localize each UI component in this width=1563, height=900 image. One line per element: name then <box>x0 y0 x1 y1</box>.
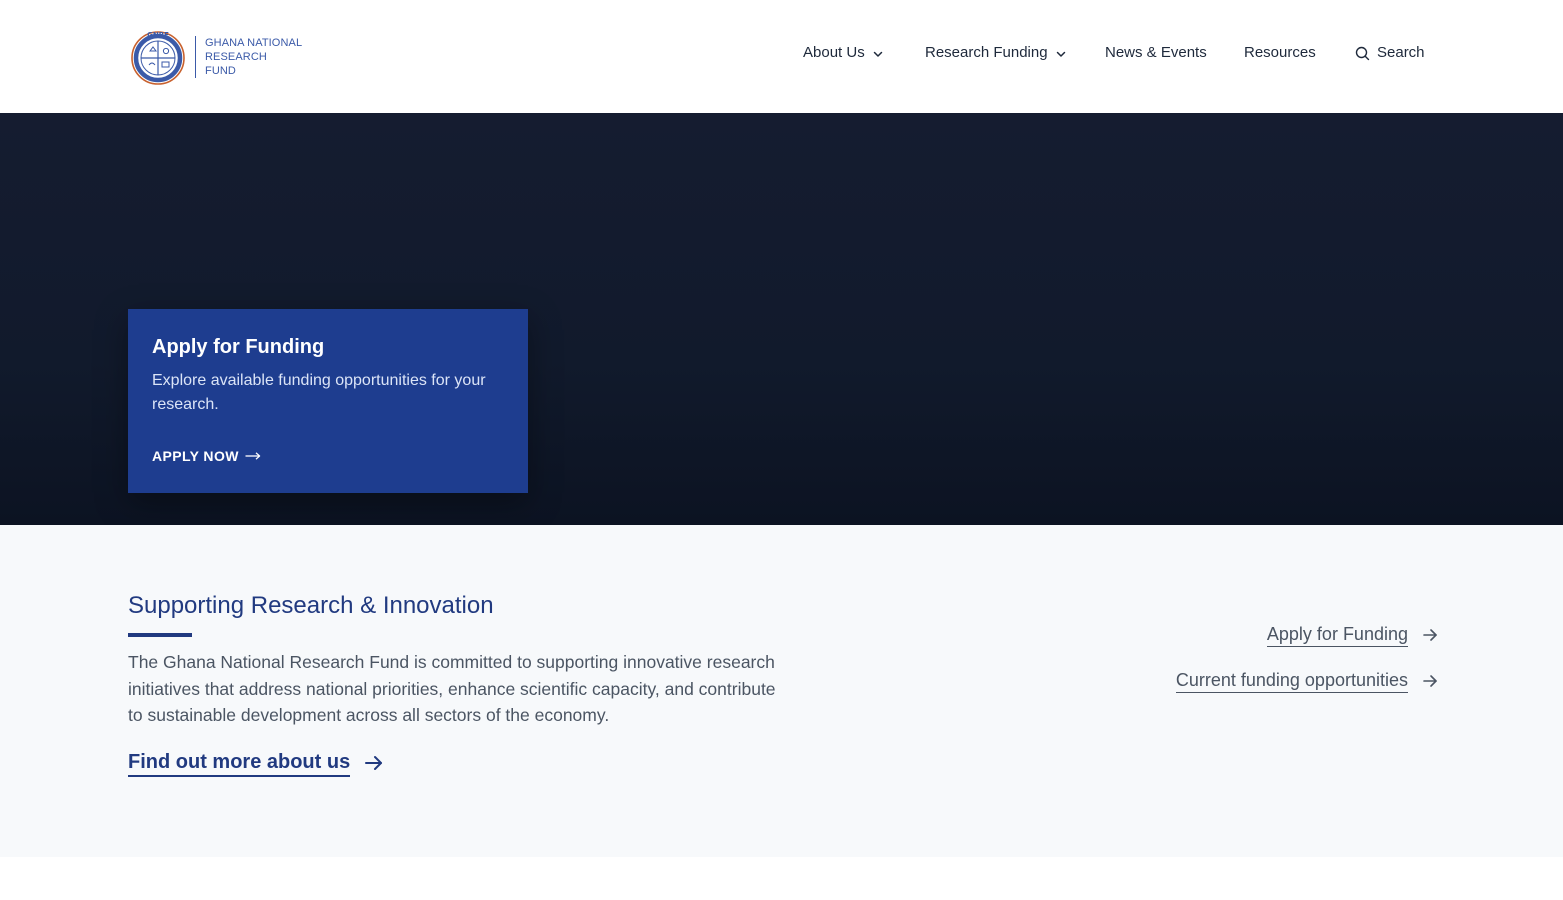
apply-funding-card: Apply for Funding Explore available fund… <box>128 309 528 493</box>
long-arrow-right-icon <box>245 452 261 460</box>
arrow-right-icon <box>1423 674 1437 687</box>
intro-section: Supporting Research & Innovation The Gha… <box>0 525 1563 857</box>
quick-link-label: Apply for Funding <box>1266 622 1408 647</box>
nav-news-events[interactable]: News & Events <box>1105 44 1207 61</box>
find-out-more-label: Find out more about us <box>128 749 351 777</box>
find-out-more-link[interactable]: Find out more about us <box>128 749 384 777</box>
nav-resources-label: Resources <box>1244 44 1316 61</box>
nav-about-us-label: About Us <box>803 44 865 61</box>
arrow-right-icon <box>365 756 383 770</box>
search-icon <box>1355 46 1370 61</box>
section-title: Supporting Research & Innovation <box>128 592 494 619</box>
nav-about-us[interactable]: About Us <box>803 44 884 61</box>
section-body: The Ghana National Research Fund is comm… <box>128 652 776 725</box>
apply-now-link[interactable]: APPLY NOW <box>152 448 261 464</box>
nav-news-events-label: News & Events <box>1105 44 1207 61</box>
nav-research-funding[interactable]: Research Funding <box>925 44 1067 61</box>
chevron-down-icon <box>1056 51 1065 57</box>
main-nav: About Us Research Funding News & Events … <box>0 44 1563 66</box>
nav-resources[interactable]: Resources <box>1244 44 1316 61</box>
quick-link-current-opportunities[interactable]: Current funding opportunities <box>1175 668 1438 693</box>
seal-lettering: GNRF <box>147 31 169 39</box>
nav-research-funding-label: Research Funding <box>925 44 1048 61</box>
card-title: Apply for Funding <box>152 336 325 358</box>
logo-line-3: FUND <box>205 65 236 77</box>
site-header: GNRF GHANA NATIONAL RESEARCH FUND About … <box>0 0 1563 113</box>
quick-link-label: Current funding opportunities <box>1175 668 1408 693</box>
hero-banner: Apply for Funding Explore available fund… <box>0 113 1563 525</box>
nav-search-label: Search <box>1377 44 1425 61</box>
nav-search[interactable]: Search <box>1355 44 1425 61</box>
card-description: Explore available funding opportunities … <box>152 372 486 413</box>
title-underline <box>128 633 192 637</box>
apply-now-label: APPLY NOW <box>152 448 239 464</box>
arrow-right-icon <box>1423 628 1437 641</box>
chevron-down-icon <box>873 51 882 57</box>
page-bottom-strip <box>0 857 1563 900</box>
quick-link-apply-funding[interactable]: Apply for Funding <box>1266 622 1438 647</box>
